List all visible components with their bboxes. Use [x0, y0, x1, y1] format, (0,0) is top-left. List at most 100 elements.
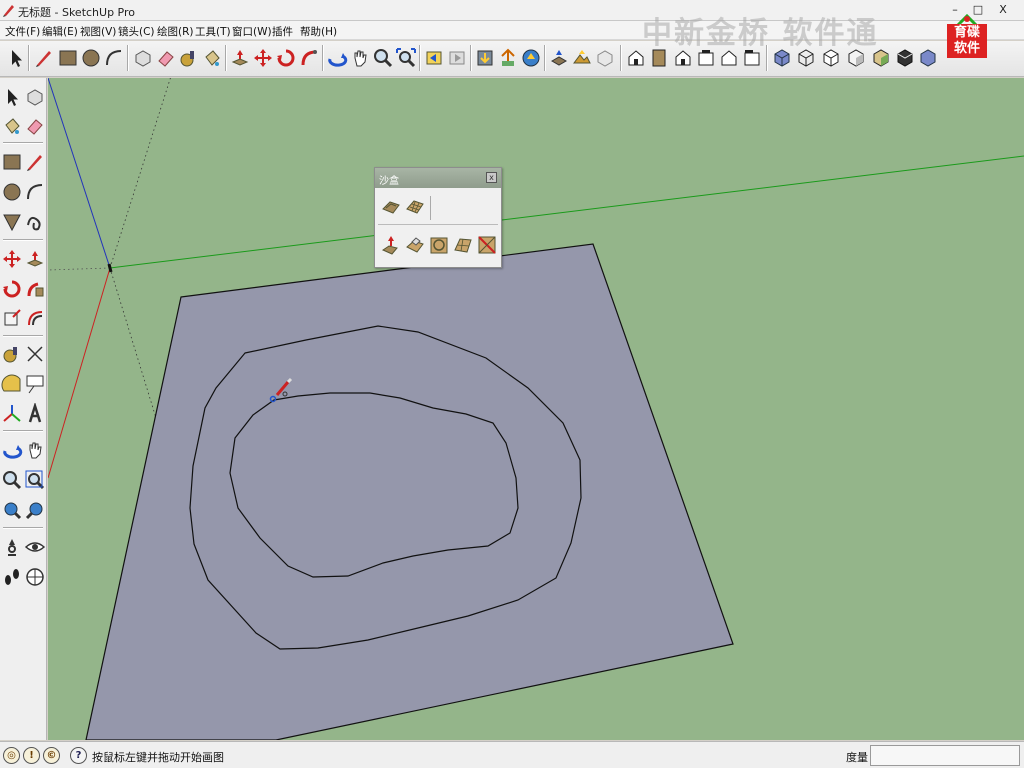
select-icon[interactable]	[5, 47, 27, 69]
get-models-icon[interactable]	[474, 47, 496, 69]
rectangle-icon[interactable]	[57, 47, 79, 69]
zoom-extents-icon[interactable]	[24, 499, 46, 521]
orbit-icon[interactable]	[1, 439, 23, 461]
from-contours-icon[interactable]	[380, 196, 402, 218]
add-location-icon[interactable]	[548, 47, 570, 69]
menu-plugins[interactable]: 插件	[272, 24, 293, 39]
pan-icon[interactable]	[349, 47, 371, 69]
toggle-terrain-icon[interactable]	[571, 47, 593, 69]
share-model-icon[interactable]	[497, 47, 519, 69]
drawing-viewport[interactable]	[48, 78, 1024, 740]
menu-draw[interactable]: 绘图(R)	[157, 24, 194, 39]
menu-tools[interactable]: 工具(T)	[195, 24, 231, 39]
next-view-icon[interactable]	[446, 47, 468, 69]
eraser-icon[interactable]	[24, 115, 46, 137]
user-icon[interactable]: ©	[43, 747, 60, 764]
from-scratch-icon[interactable]	[404, 196, 426, 218]
ground-face[interactable]	[85, 243, 734, 740]
position-camera-icon[interactable]	[1, 536, 23, 558]
zoom-icon[interactable]	[1, 469, 23, 491]
credits-icon[interactable]: !	[23, 747, 40, 764]
logo-line-1: 育碟	[953, 25, 980, 40]
menu-view[interactable]: 视图(V)	[80, 24, 116, 39]
dimension-icon[interactable]	[24, 343, 46, 365]
monochrome-icon[interactable]	[894, 47, 916, 69]
select-icon[interactable]	[1, 86, 23, 108]
eraser-icon[interactable]	[155, 47, 177, 69]
add-detail-icon[interactable]	[452, 234, 474, 256]
freehand-icon[interactable]	[24, 211, 46, 233]
circle-icon[interactable]	[80, 47, 102, 69]
pencil-icon[interactable]	[33, 47, 55, 69]
make-component-icon[interactable]	[24, 86, 46, 108]
sketchup-app-icon	[2, 3, 16, 17]
drape-icon[interactable]	[428, 234, 450, 256]
toolbar-separator	[225, 45, 227, 71]
toolbar-separator	[544, 45, 546, 71]
orbit-icon[interactable]	[326, 47, 348, 69]
polygon-icon[interactable]	[1, 211, 23, 233]
rectangle-icon[interactable]	[1, 151, 23, 173]
protractor-icon[interactable]	[1, 373, 23, 395]
push-pull-icon[interactable]	[24, 248, 46, 270]
stamp-icon[interactable]	[404, 234, 426, 256]
photo-texture-icon[interactable]	[594, 47, 616, 69]
zoom-extents-icon[interactable]	[395, 47, 417, 69]
axes-icon[interactable]	[1, 403, 23, 425]
previous-view-icon[interactable]	[1, 499, 23, 521]
offset-icon[interactable]	[24, 307, 46, 329]
look-around-icon[interactable]	[24, 536, 46, 558]
measurements-input[interactable]	[870, 745, 1020, 766]
scale-icon[interactable]	[1, 307, 23, 329]
previous-view-icon[interactable]	[423, 47, 445, 69]
sandbox-close-button[interactable]: x	[486, 172, 497, 183]
flip-edge-icon[interactable]	[476, 234, 498, 256]
menu-window[interactable]: 窗口(W)	[232, 24, 272, 39]
3d-text-icon[interactable]	[24, 401, 46, 425]
close-button[interactable]: X	[992, 2, 1014, 18]
menu-help[interactable]: 帮助(H)	[300, 24, 337, 39]
section-plane-icon[interactable]	[24, 566, 46, 588]
circle-icon[interactable]	[1, 181, 23, 203]
paint-bucket-icon[interactable]	[201, 47, 223, 69]
window-title: 无标题 - SketchUp Pro	[18, 6, 136, 19]
axis-blue	[48, 78, 111, 269]
text-tool-icon[interactable]	[24, 373, 46, 395]
walk-icon[interactable]	[1, 566, 23, 588]
toolbar-separator	[3, 335, 43, 337]
tape-measure-icon[interactable]	[1, 343, 23, 365]
back-edges-icon[interactable]	[917, 47, 939, 69]
push-pull-icon[interactable]	[229, 47, 251, 69]
sandbox-title-bar[interactable]: 沙盒 x	[375, 168, 501, 188]
rotate-icon[interactable]	[1, 278, 23, 300]
toolbar-separator	[3, 527, 43, 529]
status-bar: ◎ ! © ? 按鼠标左键并拖动开始画图 度量	[0, 741, 1024, 768]
smoove-icon[interactable]	[380, 234, 402, 256]
zoom-window-icon[interactable]	[24, 469, 46, 491]
axis-blue-negative-dotted	[109, 267, 157, 419]
move-icon[interactable]	[1, 248, 23, 270]
move-icon[interactable]	[252, 47, 274, 69]
arc-icon[interactable]	[24, 181, 46, 203]
sandbox-toolbar-panel[interactable]: 沙盒 x	[374, 167, 502, 268]
arc-icon[interactable]	[103, 47, 125, 69]
zoom-icon[interactable]	[372, 47, 394, 69]
menu-edit[interactable]: 编辑(E)	[42, 24, 78, 39]
share-component-icon[interactable]	[520, 47, 542, 69]
follow-me-icon[interactable]	[298, 47, 320, 69]
rotate-icon[interactable]	[275, 47, 297, 69]
scene-canvas[interactable]	[48, 78, 1024, 740]
make-component-icon[interactable]	[132, 47, 154, 69]
tape-measure-icon[interactable]	[178, 47, 200, 69]
toolbar-separator	[127, 45, 129, 71]
menu-file[interactable]: 文件(F)	[5, 24, 40, 39]
follow-me-icon[interactable]	[24, 278, 46, 300]
paint-bucket-icon[interactable]	[1, 115, 23, 137]
pencil-icon[interactable]	[24, 151, 46, 173]
geo-location-icon[interactable]: ◎	[3, 747, 20, 764]
menu-camera[interactable]: 镜头(C)	[118, 24, 155, 39]
help-icon[interactable]: ?	[70, 747, 87, 764]
toolbar-separator	[620, 45, 622, 71]
pan-icon[interactable]	[24, 439, 46, 461]
axis-red	[48, 267, 111, 479]
